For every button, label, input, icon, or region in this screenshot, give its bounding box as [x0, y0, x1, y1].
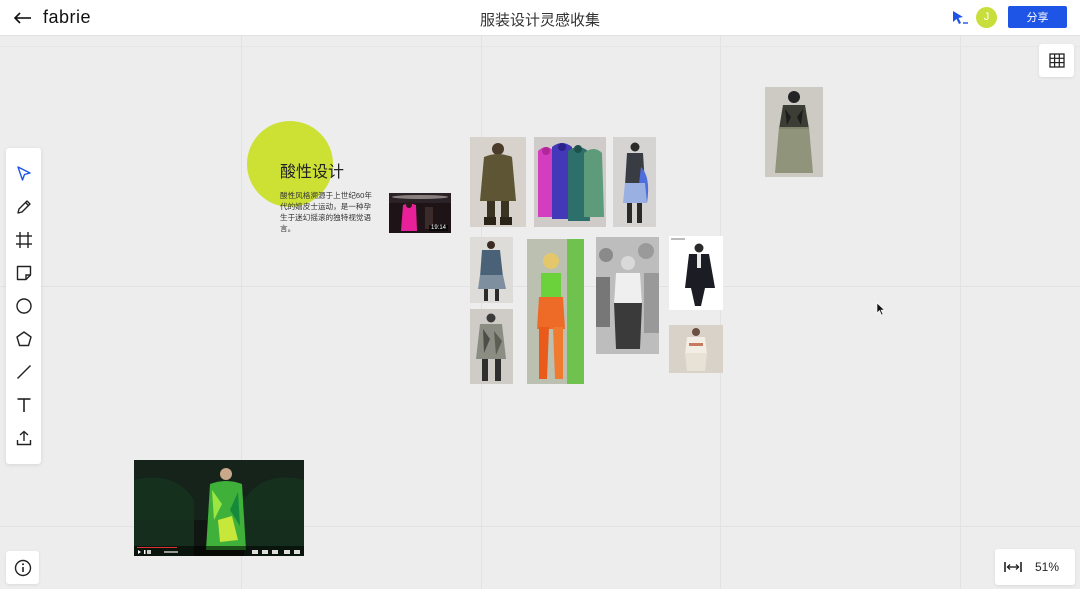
- fashion-photo[interactable]: [669, 325, 723, 373]
- grid-line: [960, 36, 961, 589]
- pencil-icon: [17, 200, 31, 214]
- video-player[interactable]: [134, 460, 304, 556]
- runway-video-frame: [134, 460, 304, 556]
- table-grid-icon: [1048, 53, 1065, 68]
- follow-cursor-icon[interactable]: [950, 9, 970, 27]
- fashion-photo[interactable]: [534, 137, 606, 227]
- top-bar: fabrie 服装设计灵感收集 J 分享: [0, 0, 1080, 36]
- info-button[interactable]: [6, 551, 39, 584]
- upload-tool[interactable]: [12, 426, 36, 450]
- fashion-photo[interactable]: [470, 237, 513, 303]
- black-suit-image: [669, 236, 723, 310]
- fashion-photo[interactable]: [527, 239, 584, 384]
- polygon-tool[interactable]: [12, 327, 36, 351]
- fashion-photo[interactable]: [470, 137, 526, 227]
- document-title[interactable]: 服装设计灵感收集: [0, 9, 1080, 30]
- video-duration: 19:14: [428, 225, 448, 231]
- frame-icon: [16, 232, 32, 248]
- fashion-photo[interactable]: [470, 309, 513, 384]
- line-icon: [17, 365, 31, 379]
- select-tool[interactable]: [12, 162, 36, 186]
- text-tool[interactable]: [12, 393, 36, 417]
- mouse-pointer-icon: [876, 302, 886, 316]
- upload-icon: [16, 430, 32, 446]
- white-outfit-image: [669, 325, 723, 373]
- sheer-green-dress-image: [765, 87, 823, 177]
- circle-icon: [16, 298, 32, 314]
- frame-tool[interactable]: [12, 228, 36, 252]
- grid-line: [720, 36, 721, 589]
- fashion-photo[interactable]: [765, 87, 823, 177]
- zoom-control: 51%: [995, 549, 1075, 585]
- share-button[interactable]: 分享: [1008, 6, 1067, 28]
- sticky-note-tool[interactable]: [12, 261, 36, 285]
- line-tool[interactable]: [12, 360, 36, 384]
- black-white-crowd-image: [596, 237, 659, 354]
- note-body-text[interactable]: 酸性风格溯源于上世纪60年代的嬉皮士运动，是一种孕生于迷幻摇滚的独特视觉语言。: [280, 190, 376, 234]
- fur-coat-image: [470, 137, 526, 227]
- grid-line: [0, 46, 1080, 47]
- circle-tool[interactable]: [12, 294, 36, 318]
- grey-printed-outfit-image: [470, 309, 513, 384]
- fit-width-icon[interactable]: [1003, 559, 1023, 575]
- fashion-photo[interactable]: [613, 137, 656, 227]
- info-icon: [14, 559, 31, 576]
- fashion-photo[interactable]: [669, 236, 723, 310]
- pentagon-icon: [16, 331, 32, 347]
- pen-tool[interactable]: [12, 195, 36, 219]
- video-thumbnail-small[interactable]: 19:14: [389, 193, 451, 233]
- holographic-outfit-image: [613, 137, 656, 227]
- text-icon: [17, 398, 31, 412]
- zoom-level[interactable]: 51%: [1035, 560, 1059, 574]
- cursor-arrow-icon: [17, 166, 31, 181]
- neon-orange-outfit-image: [527, 239, 584, 384]
- denim-outfit-image: [470, 237, 513, 303]
- note-title[interactable]: 酸性设计: [280, 158, 344, 182]
- fashion-photo[interactable]: [596, 237, 659, 354]
- table-view-button[interactable]: [1039, 44, 1074, 77]
- left-toolbar: [6, 148, 41, 464]
- sticky-note-icon: [16, 265, 32, 281]
- colored-raincoats-image: [534, 137, 606, 227]
- user-avatar[interactable]: J: [976, 7, 997, 28]
